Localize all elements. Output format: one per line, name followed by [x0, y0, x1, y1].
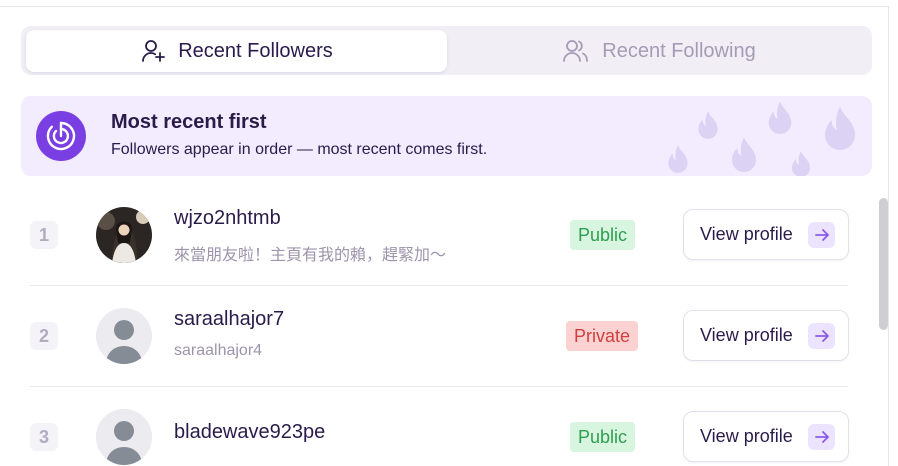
banner-title: Most recent first: [111, 111, 267, 133]
view-profile-button[interactable]: View profile: [683, 411, 849, 462]
avatar[interactable]: [96, 409, 152, 465]
button-label: View profile: [700, 224, 793, 244]
list-item: 3 bladewave923pe Public View profile: [21, 388, 872, 466]
user-handle: saraalhajor4: [174, 342, 263, 359]
clock-radar-icon: [36, 111, 86, 161]
rank-number: 3: [30, 423, 58, 451]
divider: [29, 386, 848, 387]
avatar[interactable]: [96, 308, 152, 364]
rank-number: 2: [30, 322, 58, 350]
status-badge: Private: [566, 321, 639, 351]
divider: [29, 285, 848, 286]
button-label: View profile: [700, 426, 793, 446]
scrollbar-thumb[interactable]: [879, 198, 888, 330]
arrow-right-icon: [808, 222, 835, 248]
status-badge: Public: [570, 422, 636, 452]
list-item: 1 wjzo2nhtmb 來當朋友啦！主頁有我的賴，趕緊加～ Public Vi…: [21, 186, 872, 286]
tab-label: Recent Following: [602, 39, 756, 62]
button-label: View profile: [700, 325, 793, 345]
followers-panel: Recent Followers Recent Following Most r…: [0, 0, 898, 466]
username: bladewave923pe: [174, 421, 326, 443]
arrow-right-icon: [808, 424, 835, 450]
user-bio: 來當朋友啦！主頁有我的賴，趕緊加～: [174, 247, 447, 264]
flame-icon: [732, 137, 756, 172]
view-profile-button[interactable]: View profile: [683, 310, 849, 361]
user-plus-icon: [140, 38, 166, 64]
tab-label: Recent Followers: [178, 39, 333, 62]
username: wjzo2nhtmb: [174, 207, 281, 229]
tab-recent-following[interactable]: Recent Following: [451, 30, 867, 72]
banner-subtitle: Followers appear in order — most recent …: [111, 141, 488, 158]
list-item: 2 saraalhajor7 saraalhajor4 Private View…: [21, 287, 872, 387]
flame-icon: [768, 101, 792, 134]
rank-number: 1: [30, 221, 58, 249]
users-icon: [562, 38, 590, 64]
followers-list: 1 wjzo2nhtmb 來當朋友啦！主頁有我的賴，趕緊加～ Public Vi…: [21, 186, 872, 466]
avatar[interactable]: [96, 207, 152, 263]
tab-recent-followers[interactable]: Recent Followers: [26, 30, 447, 72]
flame-icon: [698, 111, 718, 139]
arrow-right-icon: [808, 323, 835, 349]
flame-icon: [825, 106, 855, 150]
username: saraalhajor7: [174, 308, 285, 330]
flame-icon: [668, 145, 688, 173]
status-badge: Public: [570, 220, 636, 250]
view-profile-button[interactable]: View profile: [683, 209, 849, 260]
info-banner: Most recent first Followers appear in or…: [21, 96, 872, 176]
tab-bar: Recent Followers Recent Following: [21, 26, 872, 75]
flame-icon: [792, 151, 810, 176]
